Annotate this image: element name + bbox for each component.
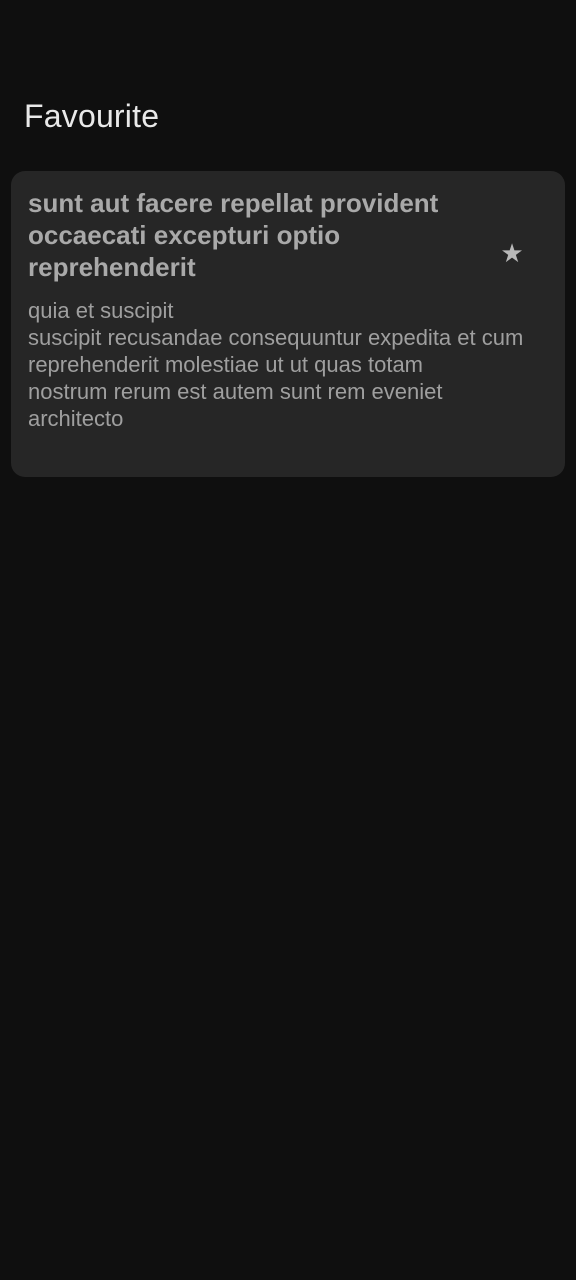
- favourite-screen: Favourite sunt aut facere repellat provi…: [0, 0, 576, 1280]
- page-title: Favourite: [24, 98, 160, 134]
- header: Favourite: [24, 96, 552, 136]
- card-title: sunt aut facere repellat provident occae…: [28, 188, 439, 282]
- card-body: quia et suscipit suscipit recusandae con…: [28, 298, 524, 431]
- star-icon[interactable]: ★: [498, 239, 526, 267]
- card-title-row: sunt aut facere repellat provident occae…: [28, 187, 548, 283]
- favourite-card[interactable]: sunt aut facere repellat provident occae…: [11, 171, 565, 477]
